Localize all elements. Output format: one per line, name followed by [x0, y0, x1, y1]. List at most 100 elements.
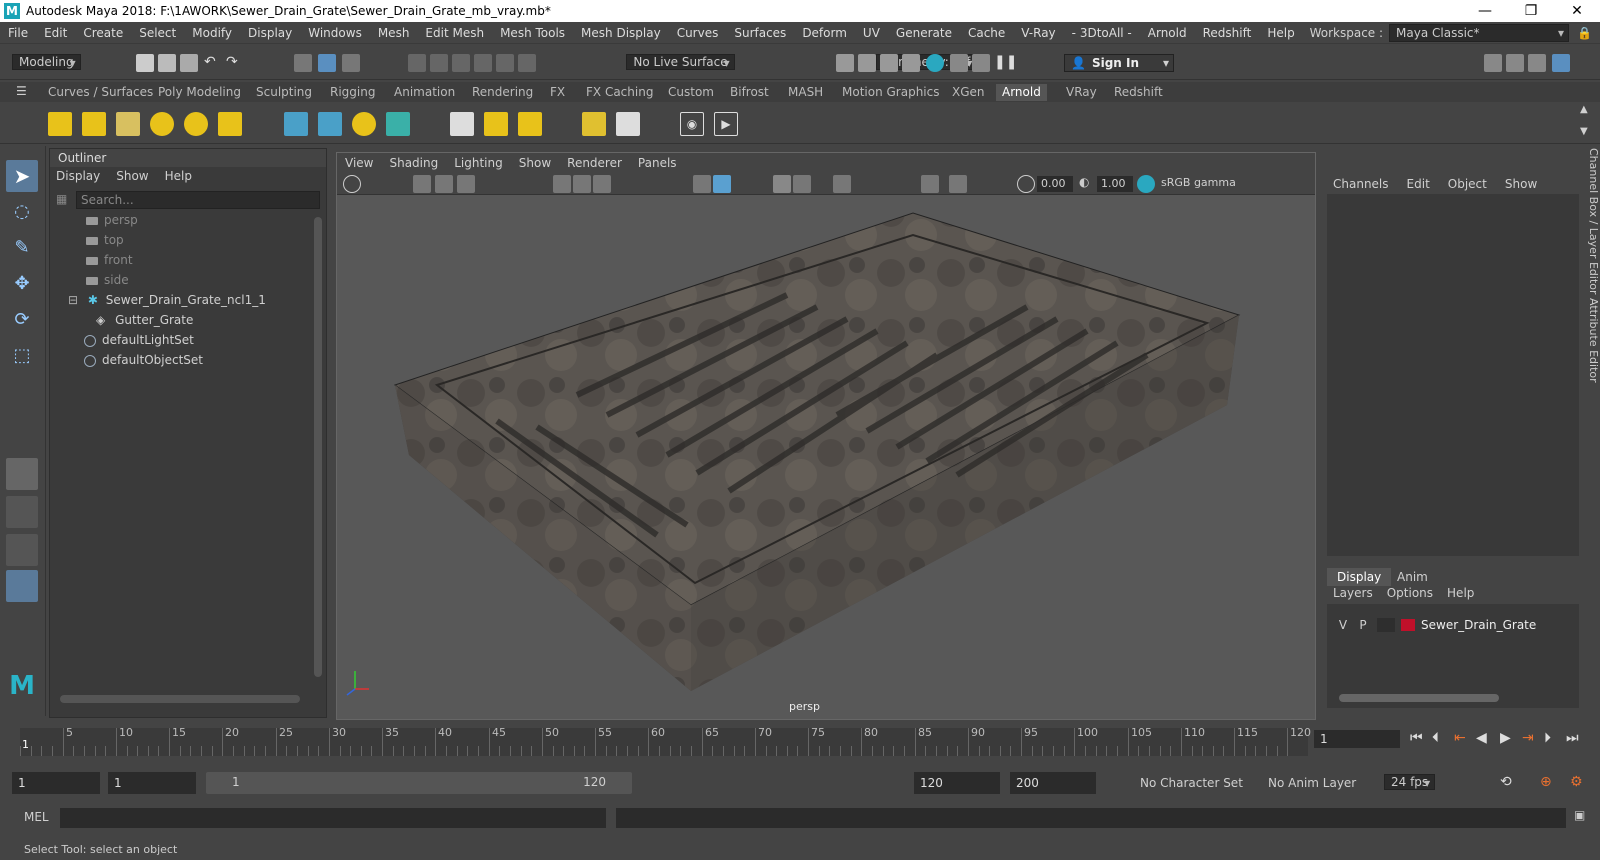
shelf-scroll-down-icon[interactable]: ▼ [1580, 126, 1588, 137]
export-standin-icon[interactable] [318, 112, 342, 136]
render-view-icon[interactable] [902, 54, 920, 72]
side-tabs[interactable]: Channel Box / Layer Editor Attribute Edi… [1587, 148, 1600, 718]
menu-create[interactable]: Create [75, 26, 131, 40]
vray-tools-icon[interactable] [972, 54, 990, 72]
new-scene-icon[interactable] [136, 54, 154, 72]
layer-horizontal-scrollbar[interactable] [1339, 694, 1499, 702]
color-space-label[interactable]: sRGB gamma [1161, 176, 1236, 189]
tab-display[interactable]: Display [1327, 568, 1392, 586]
play-backward-icon[interactable]: ◀ [1476, 730, 1487, 746]
viewport-menu-panels[interactable]: Panels [638, 156, 677, 170]
menu-arnold[interactable]: Arnold [1140, 26, 1195, 40]
render-play-icon[interactable]: ▶ [714, 112, 738, 136]
exposure-field[interactable]: 0.00 [1037, 176, 1073, 192]
layer-visibility-toggle[interactable]: V [1333, 618, 1353, 632]
layer-playback-toggle[interactable]: P [1353, 618, 1373, 632]
select-tool-icon[interactable]: ➤ [6, 160, 38, 192]
list-item-gutter-grate[interactable]: ◈ Gutter_Grate [96, 311, 193, 329]
step-back-key-icon[interactable]: ⏴ [1432, 730, 1439, 746]
mode-dropdown[interactable]: Modeling [12, 54, 81, 70]
channel-box-icon[interactable] [1552, 54, 1570, 72]
menu-edit-mesh[interactable]: Edit Mesh [417, 26, 492, 40]
snap-surface-icon[interactable] [496, 54, 514, 72]
persp-outliner-icon[interactable] [6, 534, 38, 566]
outliner-menu-show[interactable]: Show [116, 167, 148, 185]
live-surface-field[interactable]: No Live Surface [626, 54, 735, 70]
select-camera-icon[interactable] [343, 175, 361, 193]
outliner-horizontal-scrollbar[interactable] [60, 695, 300, 703]
gamma-field[interactable]: 1.00 [1097, 176, 1133, 192]
shadows-icon[interactable] [833, 175, 851, 193]
area-light-icon[interactable] [48, 112, 72, 136]
layer-type-toggle[interactable] [1377, 618, 1395, 632]
volume-icon[interactable] [386, 112, 410, 136]
render-view-eye-icon[interactable]: ◉ [680, 112, 704, 136]
layer-name[interactable]: Sewer_Drain_Grate [1421, 618, 1536, 632]
shelf-tab-fx[interactable]: FX [544, 84, 571, 101]
playback-start-field[interactable]: 1 [108, 772, 196, 794]
time-slider-track[interactable]: 1 5 10 15 20 25 30 35 40 45 50 55 60 65 70 75 80 85 90 95 1… [20, 726, 1311, 756]
menu-mesh-tools[interactable]: Mesh Tools [492, 26, 573, 40]
animation-start-field[interactable]: 1 [12, 772, 100, 794]
save-scene-icon[interactable] [180, 54, 198, 72]
shelf-tab-motion-graphics[interactable]: Motion Graphics [836, 84, 946, 101]
snap-curve-icon[interactable] [430, 54, 448, 72]
fps-dropdown[interactable]: 24 fps [1384, 774, 1436, 790]
shelf-tab-curves-surfaces[interactable]: Curves / Surfaces [42, 84, 159, 101]
loop-icon[interactable]: ⟲ [1500, 774, 1512, 790]
layer-row[interactable]: V P Sewer_Drain_Grate [1333, 616, 1573, 634]
mel-label[interactable]: MEL [24, 810, 49, 824]
tx-manager-icon[interactable] [484, 112, 508, 136]
restore-icon[interactable]: ❐ [1508, 3, 1554, 19]
shelf-scroll-up-icon[interactable]: ▲ [1580, 104, 1588, 115]
menu-display[interactable]: Display [240, 26, 300, 40]
menu-surfaces[interactable]: Surfaces [726, 26, 794, 40]
select-component-icon[interactable] [342, 54, 360, 72]
vray-render-icon[interactable] [950, 54, 968, 72]
viewport-menu-shading[interactable]: Shading [389, 156, 438, 170]
layer-color-swatch[interactable] [1401, 619, 1415, 631]
menu-redshift[interactable]: Redshift [1195, 26, 1260, 40]
shelf-tab-sculpting[interactable]: Sculpting [250, 84, 318, 101]
sign-in-button[interactable]: 👤 Sign In ▾ [1064, 54, 1174, 72]
wireframe-icon[interactable] [693, 175, 711, 193]
layer-menu-options[interactable]: Options [1387, 586, 1433, 600]
shelf-tab-arnold[interactable]: Arnold [996, 84, 1047, 101]
minimize-icon[interactable]: — [1462, 3, 1508, 19]
shelf-tab-rendering[interactable]: Rendering [466, 84, 539, 101]
render-frame-icon[interactable] [836, 54, 854, 72]
flush-caches-icon[interactable] [450, 112, 474, 136]
menu-3dtoall[interactable]: - 3DtoAll - [1064, 26, 1140, 40]
mel-input[interactable] [60, 808, 606, 828]
collapse-icon[interactable]: ⊟ [68, 293, 78, 307]
sewer-grate-model[interactable] [337, 195, 1315, 719]
material-viewer-icon[interactable] [582, 112, 606, 136]
isolate-select-icon[interactable] [921, 175, 939, 193]
standin-icon[interactable] [284, 112, 308, 136]
channel-menu-channels[interactable]: Channels [1333, 174, 1389, 194]
current-frame-field[interactable]: 1 [1314, 730, 1400, 748]
menu-windows[interactable]: Windows [300, 26, 370, 40]
channel-menu-object[interactable]: Object [1448, 174, 1487, 194]
list-item-front[interactable]: front [86, 251, 133, 269]
pause-icon[interactable]: ❚❚ [994, 54, 1017, 72]
redo-icon[interactable]: ↷ [226, 54, 244, 72]
exposure-icon[interactable] [1017, 175, 1035, 193]
menu-cache[interactable]: Cache [960, 26, 1013, 40]
shelf-tab-redshift[interactable]: Redshift [1108, 84, 1169, 101]
range-slider[interactable]: 1 120 [206, 772, 632, 794]
menu-curves[interactable]: Curves [669, 26, 727, 40]
outliner-vertical-scrollbar[interactable] [314, 217, 322, 677]
physical-sky-icon[interactable] [218, 112, 242, 136]
attribute-editor-icon[interactable] [1506, 54, 1524, 72]
animation-end-field[interactable]: 200 [1010, 772, 1096, 794]
curve-collector-icon[interactable] [352, 112, 376, 136]
list-item-side[interactable]: side [86, 271, 129, 289]
shelf-tab-poly-modeling[interactable]: Poly Modeling [152, 84, 247, 101]
snap-grid-icon[interactable] [408, 54, 426, 72]
shelf-tab-animation[interactable]: Animation [388, 84, 461, 101]
single-perspective-view-icon[interactable] [6, 458, 38, 490]
step-forward-key-icon[interactable]: ⏵ [1544, 730, 1551, 746]
auto-key-icon[interactable]: ⊕ [1540, 774, 1552, 790]
workspace-dropdown[interactable]: Maya Classic* [1389, 23, 1570, 42]
